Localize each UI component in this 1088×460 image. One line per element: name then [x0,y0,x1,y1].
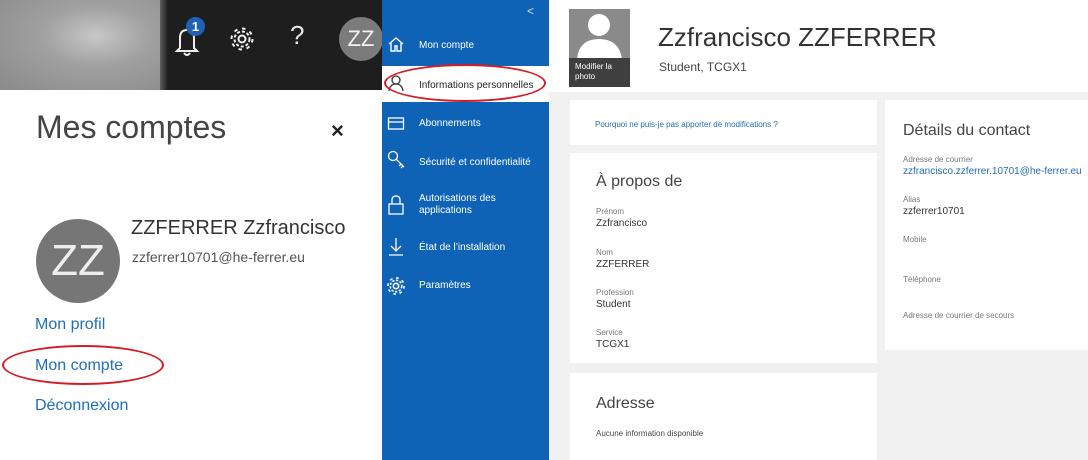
profile-full-name: Zzfrancisco ZZFERRER [658,22,937,52]
email-label: Adresse de courrier [903,155,973,164]
change-photo-label-line1: Modifier la [575,62,612,71]
change-photo-button[interactable]: Modifier la photo [569,58,630,87]
nav-item-label-line2: applications [419,205,472,216]
nav-item-mon-compte[interactable]: Mon compte [382,30,549,60]
first-name-value: Zzfrancisco [596,218,648,229]
about-title: À propos de [596,173,683,190]
nav-item-securite[interactable]: Sécurité et confidentialité [382,148,549,176]
nav-item-label: Sécurité et confidentialité [419,157,531,168]
nav-item-label: Abonnements [419,118,481,129]
notification-badge: 1 [186,17,205,36]
nav-item-installation[interactable]: État de l’installation [382,236,549,262]
last-name-label: Nom [596,248,613,257]
department-value: TCGX1 [596,339,630,350]
nav-item-label: État de l’installation [419,242,506,253]
highlight-circle [384,64,546,102]
close-icon[interactable]: × [331,118,344,144]
download-icon [389,238,403,256]
nav-item-parametres[interactable]: Paramètres [382,274,549,300]
why-no-changes-link[interactable]: Pourquoi ne puis-je pas apporter de modi… [595,120,778,129]
lock-icon [388,195,404,215]
profile-role: Student, TCGX1 [659,60,747,74]
first-name-label: Prénom [596,207,625,216]
backup-email-label: Adresse de courrier de secours [903,311,1015,320]
screenshot-collage: 1 ? ZZ Mes comptes × ZZ ZZFERRER Zzfranc… [0,0,1088,460]
address-card: Adresse Aucune information disponible [570,373,877,460]
flyout-title: Mes comptes [36,109,227,145]
why-card: Pourquoi ne puis-je pas apporter de modi… [570,100,877,145]
user-email: zzferrer10701@he-ferrer.eu [132,249,305,265]
about-card: À propos de Prénom Zzfrancisco Nom ZZFER… [570,153,877,363]
phone-label: Téléphone [903,275,941,284]
nav-item-autorisations[interactable]: Autorisations des applications [382,190,549,222]
profile-photo[interactable]: Modifier la photo [569,9,630,87]
card-icon [387,117,405,130]
account-flyout: 1 ? ZZ Mes comptes × ZZ ZZFERRER Zzfranc… [0,0,383,460]
address-title: Adresse [596,395,655,412]
contact-title: Détails du contact [903,122,1031,139]
nav-item-label-line1: Autorisations des [419,193,496,204]
person-silhouette-icon [577,14,622,59]
job-value: Student [596,299,631,310]
avatar[interactable]: ZZ [339,17,383,61]
sign-out-link[interactable]: Déconnexion [35,397,128,415]
nav-item-abonnements[interactable]: Abonnements [382,112,549,136]
gear-icon [387,277,405,295]
avatar-large: ZZ [36,219,120,303]
job-label: Profession [596,288,634,297]
contact-card: Détails du contact Adresse de courrier z… [885,100,1088,350]
mobile-label: Mobile [903,235,927,244]
nav-item-label: Paramètres [419,280,471,291]
home-icon [388,37,404,52]
gear-icon[interactable] [229,26,255,52]
change-photo-label-line2: photo [575,72,596,81]
collapse-chevron-icon[interactable]: < [527,4,534,18]
user-name: ZZFERRER Zzfrancisco [131,217,346,239]
alias-label: Alias [903,195,921,204]
my-profile-link[interactable]: Mon profil [35,316,105,334]
highlight-circle [2,345,164,385]
profile-page: Modifier la photo Zzfrancisco ZZFERRER S… [549,0,1088,460]
address-empty-text: Aucune information disponible [596,429,704,438]
alias-value: zzferrer10701 [903,206,965,217]
key-icon [387,150,405,169]
profile-header: Modifier la photo Zzfrancisco ZZFERRER S… [549,0,1088,92]
nav-item-label: Mon compte [419,40,475,51]
department-label: Service [596,328,623,337]
help-icon[interactable]: ? [290,20,310,50]
email-value[interactable]: zzfrancisco.zzferrer.10701@he-ferrer.eu [903,166,1082,177]
last-name-value: ZZFERRER [596,259,650,270]
background-image [0,0,160,90]
